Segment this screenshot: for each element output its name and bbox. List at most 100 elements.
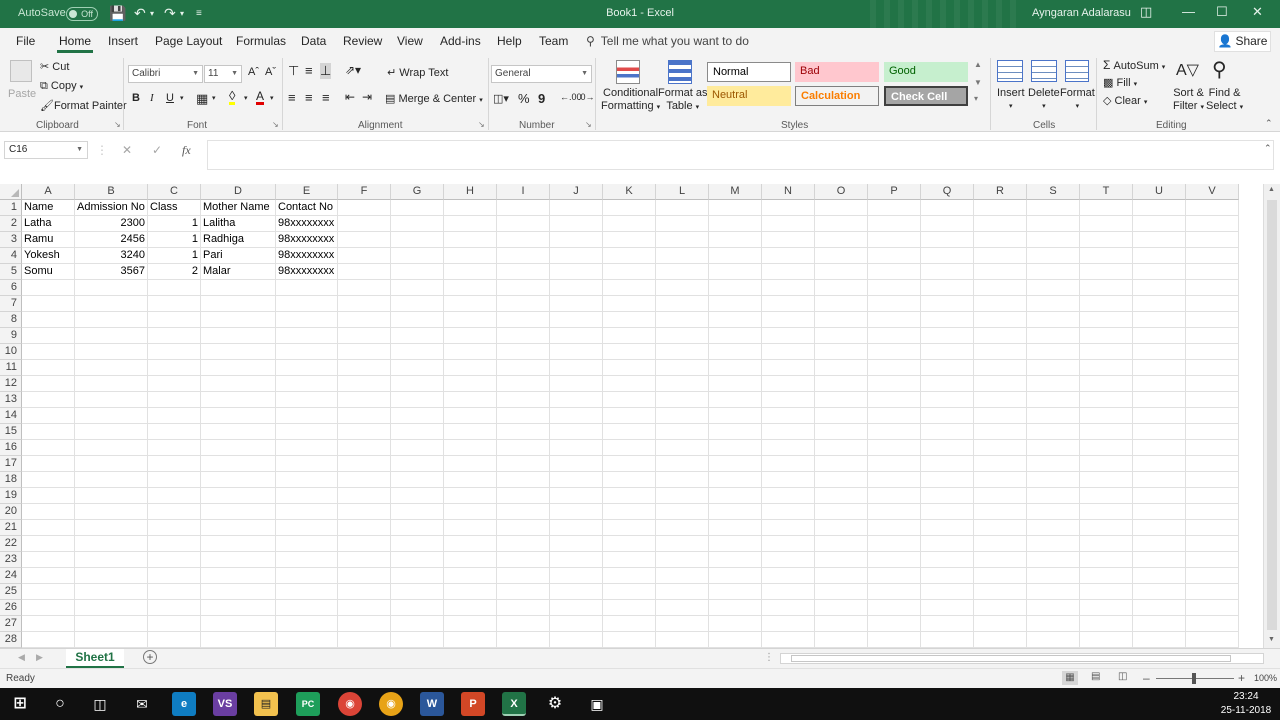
cell-b27[interactable] (75, 616, 148, 632)
cell-b4[interactable]: 3240 (75, 248, 148, 264)
underline-button[interactable]: U (166, 92, 174, 104)
cell-f22[interactable] (338, 536, 391, 552)
cell-f4[interactable] (338, 248, 391, 264)
cell-d28[interactable] (201, 632, 276, 648)
cell-c26[interactable] (148, 600, 201, 616)
orientation-icon[interactable]: ⇗▾ (345, 63, 361, 77)
tab-file[interactable]: File (16, 34, 35, 48)
cell-t18[interactable] (1080, 472, 1133, 488)
cell-v7[interactable] (1186, 296, 1239, 312)
cell-e25[interactable] (276, 584, 338, 600)
cell-d12[interactable] (201, 376, 276, 392)
cell-s14[interactable] (1027, 408, 1080, 424)
cell-j14[interactable] (550, 408, 603, 424)
cell-t6[interactable] (1080, 280, 1133, 296)
column-header-r[interactable]: R (974, 184, 1027, 200)
cell-q1[interactable] (921, 200, 974, 216)
cell-i24[interactable] (497, 568, 550, 584)
cell-q15[interactable] (921, 424, 974, 440)
cell-l2[interactable] (656, 216, 709, 232)
cell-r14[interactable] (974, 408, 1027, 424)
cell-v23[interactable] (1186, 552, 1239, 568)
cell-q26[interactable] (921, 600, 974, 616)
insert-function-icon[interactable]: fx (182, 143, 191, 158)
cell-g14[interactable] (391, 408, 444, 424)
cell-p20[interactable] (868, 504, 921, 520)
cell-k8[interactable] (603, 312, 656, 328)
row-header-16[interactable]: 16 (0, 440, 22, 456)
cell-c3[interactable]: 1 (148, 232, 201, 248)
cell-a27[interactable] (22, 616, 75, 632)
cell-a12[interactable] (22, 376, 75, 392)
cell-i4[interactable] (497, 248, 550, 264)
video-editor-icon[interactable]: ▣ (585, 692, 609, 716)
cell-s25[interactable] (1027, 584, 1080, 600)
cell-q18[interactable] (921, 472, 974, 488)
row-header-27[interactable]: 27 (0, 616, 22, 632)
cell-s15[interactable] (1027, 424, 1080, 440)
cell-e2[interactable]: 98xxxxxxxx (276, 216, 338, 232)
row-header-20[interactable]: 20 (0, 504, 22, 520)
cell-p23[interactable] (868, 552, 921, 568)
cell-h16[interactable] (444, 440, 497, 456)
cell-j15[interactable] (550, 424, 603, 440)
tab-insert[interactable]: Insert (108, 34, 138, 48)
tab-data[interactable]: Data (301, 34, 326, 48)
cell-m9[interactable] (709, 328, 762, 344)
cell-d23[interactable] (201, 552, 276, 568)
styles-scroll-down-icon[interactable]: ▼ (974, 78, 982, 87)
cell-h12[interactable] (444, 376, 497, 392)
cell-b22[interactable] (75, 536, 148, 552)
share-button[interactable]: 👤 Share (1214, 31, 1271, 52)
cell-c18[interactable] (148, 472, 201, 488)
cell-v11[interactable] (1186, 360, 1239, 376)
cell-s6[interactable] (1027, 280, 1080, 296)
cell-q13[interactable] (921, 392, 974, 408)
row-header-17[interactable]: 17 (0, 456, 22, 472)
cell-u20[interactable] (1133, 504, 1186, 520)
cell-k18[interactable] (603, 472, 656, 488)
cell-h17[interactable] (444, 456, 497, 472)
cell-k11[interactable] (603, 360, 656, 376)
cell-j1[interactable] (550, 200, 603, 216)
row-header-4[interactable]: 4 (0, 248, 22, 264)
cell-t15[interactable] (1080, 424, 1133, 440)
cell-e11[interactable] (276, 360, 338, 376)
percent-style-icon[interactable]: % (518, 91, 530, 106)
cell-g26[interactable] (391, 600, 444, 616)
cell-f28[interactable] (338, 632, 391, 648)
cell-p21[interactable] (868, 520, 921, 536)
cell-f21[interactable] (338, 520, 391, 536)
task-view-icon[interactable]: ◫ (88, 692, 112, 716)
row-header-3[interactable]: 3 (0, 232, 22, 248)
cell-r28[interactable] (974, 632, 1027, 648)
cell-b12[interactable] (75, 376, 148, 392)
comma-style-icon[interactable]: 9 (538, 91, 545, 106)
cell-g5[interactable] (391, 264, 444, 280)
cell-q2[interactable] (921, 216, 974, 232)
cell-k9[interactable] (603, 328, 656, 344)
cell-r9[interactable] (974, 328, 1027, 344)
cell-o15[interactable] (815, 424, 868, 440)
cell-i16[interactable] (497, 440, 550, 456)
cell-u11[interactable] (1133, 360, 1186, 376)
cell-q20[interactable] (921, 504, 974, 520)
cell-u7[interactable] (1133, 296, 1186, 312)
cell-a20[interactable] (22, 504, 75, 520)
cell-i21[interactable] (497, 520, 550, 536)
cell-m27[interactable] (709, 616, 762, 632)
row-header-6[interactable]: 6 (0, 280, 22, 296)
cell-d20[interactable] (201, 504, 276, 520)
cell-f20[interactable] (338, 504, 391, 520)
cell-k27[interactable] (603, 616, 656, 632)
cell-q8[interactable] (921, 312, 974, 328)
cell-b3[interactable]: 2456 (75, 232, 148, 248)
cell-r23[interactable] (974, 552, 1027, 568)
cell-h10[interactable] (444, 344, 497, 360)
cell-k21[interactable] (603, 520, 656, 536)
cell-p27[interactable] (868, 616, 921, 632)
ribbon-display-options-icon[interactable]: ◫ (1140, 4, 1152, 20)
cell-v4[interactable] (1186, 248, 1239, 264)
align-center-icon[interactable]: ≡ (305, 90, 313, 105)
cell-n1[interactable] (762, 200, 815, 216)
